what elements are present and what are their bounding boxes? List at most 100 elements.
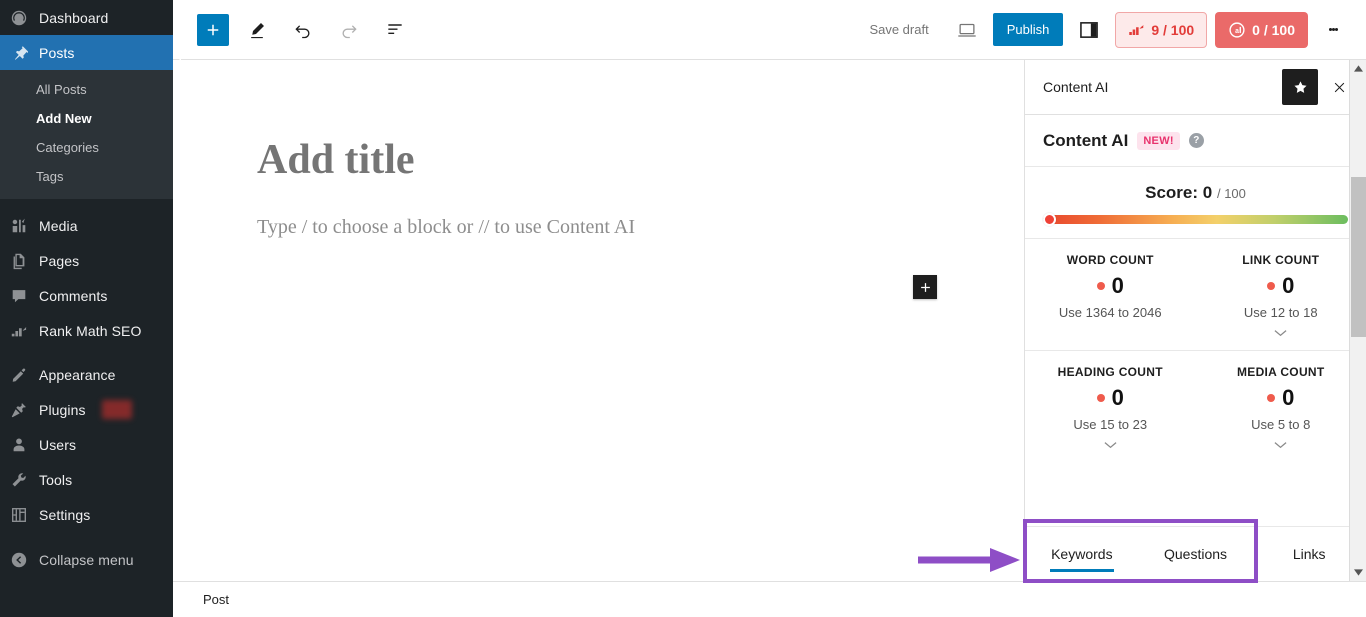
more-options-button[interactable] [1316,12,1350,48]
tools-pencil-button[interactable] [239,12,275,48]
dashboard-icon [9,8,29,28]
tab-keywords[interactable]: Keywords [1025,527,1139,581]
document-outline-button[interactable] [377,12,413,48]
sidebar-item-media[interactable]: Media [0,208,173,243]
content-ai-score-badge[interactable]: a 0 / 100 [1215,11,1308,48]
seo-score-badge[interactable]: 9 / 100 [1115,11,1208,48]
score-max: / 100 [1216,186,1246,201]
scroll-up-arrow[interactable] [1350,60,1366,77]
stat-value-wrap: 0 [1202,273,1361,299]
stat-row-top: WORD COUNT 0 Use 1364 to 2046 LINK COUNT… [1025,238,1366,350]
panel-header: Content AI [1025,60,1366,115]
score-knob [1043,213,1056,226]
preview-button[interactable] [949,12,985,48]
panel-header-title: Content AI [1043,79,1109,95]
stat-title: WORD COUNT [1066,253,1154,267]
submenu-item-add-new[interactable]: Add New [0,105,173,134]
status-dot [1096,394,1105,402]
menu-separator [0,348,173,357]
tab-questions[interactable]: Questions [1139,527,1253,581]
new-badge: NEW! [1137,131,1180,150]
plus-icon [207,24,219,35]
submenu-item-categories[interactable]: Categories [0,134,173,163]
sidebar-item-users[interactable]: Users [0,427,173,462]
stat-value-wrap: 0 [1031,273,1190,299]
editor-breadcrumb-bar: Post [173,581,1366,617]
sidebar-item-posts[interactable]: Posts [0,35,181,70]
caret-down-icon [1353,569,1363,576]
pages-icon [9,251,29,271]
panel-header-actions [1282,69,1352,105]
pin-star-button[interactable] [1282,69,1318,105]
stat-expand-chevron[interactable] [1031,438,1190,452]
status-dot [1096,282,1105,290]
panel-section-title: Content AI [1043,130,1129,150]
sidebar-item-label: Appearance [39,366,116,383]
seo-score-value: 9 / 100 [1151,21,1195,38]
collapse-menu-label: Collapse menu [39,551,134,568]
submenu-item-all-posts[interactable]: All Posts [0,76,173,105]
tools-icon [9,470,29,490]
status-dot [1267,394,1276,402]
scroll-down-arrow[interactable] [1350,564,1366,581]
panel-section-header: Content AI NEW! ? [1025,115,1366,167]
stat-expand-chevron[interactable] [1202,438,1361,452]
chevron-down-icon [1274,330,1287,337]
paragraph-block-placeholder[interactable]: Type / to choose a block or // to use Co… [257,216,635,239]
posts-submenu: All Posts Add New Categories Tags [0,70,173,200]
stat-word-count: WORD COUNT 0 Use 1364 to 2046 [1025,239,1196,350]
appearance-icon [9,365,29,385]
plugins-update-badge [101,400,132,420]
sidebar-item-label: Pages [39,252,80,269]
sidebar-item-rank-math-seo[interactable]: Rank Math SEO [0,313,173,348]
collapse-menu-button[interactable]: Collapse menu [0,542,173,577]
panel-scrollbar[interactable] [1349,60,1366,581]
plus-icon [920,282,930,292]
stat-title: HEADING COUNT [1057,365,1163,379]
scrollbar-thumb[interactable] [1351,177,1366,337]
users-icon [9,435,29,455]
submenu-item-tags[interactable]: Tags [0,163,173,192]
content-ai-icon: a [1229,21,1245,38]
stat-expand-chevron[interactable] [1202,326,1361,340]
sidebar-item-label: Comments [39,287,108,304]
dot [1334,28,1338,31]
stat-heading-count: HEADING COUNT 0 Use 15 to 23 [1025,351,1196,462]
add-block-button[interactable] [197,13,229,46]
chevron-down-icon [1104,442,1117,449]
sidebar-item-appearance[interactable]: Appearance [0,357,173,392]
save-draft-button[interactable]: Save draft [857,16,940,43]
sidebar-item-label: Rank Math SEO [39,322,142,339]
list-view-icon [388,23,402,34]
stat-title: LINK COUNT [1242,253,1320,267]
sidebar-item-tools[interactable]: Tools [0,462,173,497]
sidebar-item-settings[interactable]: Settings [0,497,173,532]
score-value: 0 [1202,183,1213,202]
undo-button[interactable] [285,12,321,48]
redo-button[interactable] [331,12,367,48]
content-ai-score-value: 0 / 100 [1252,21,1295,38]
laptop-icon [957,23,976,37]
menu-separator [0,199,173,208]
sidebar-item-plugins[interactable]: Plugins [0,392,173,427]
sidebar-panel-icon [1080,21,1099,38]
post-title-placeholder[interactable]: Add title [257,136,415,184]
pin-icon [9,43,29,63]
toolbar-right-group: Save draft Publish 9 / 100 a 0 / 100 [857,11,1350,48]
stat-hint: Use 5 to 8 [1251,417,1311,432]
sidebar-item-comments[interactable]: Comments [0,278,173,313]
rankmath-icon [9,321,29,341]
stat-value: 0 [1282,385,1295,410]
plugins-icon [9,400,29,420]
help-icon[interactable]: ? [1188,133,1204,148]
inline-block-inserter-button[interactable] [913,275,937,299]
sidebar-item-label: Posts [39,44,75,61]
redo-icon [342,24,357,38]
settings-sidebar-toggle[interactable] [1071,12,1107,48]
breadcrumb[interactable]: Post [203,592,229,607]
score-label: Score: 0 / 100 [1043,183,1348,203]
publish-button[interactable]: Publish [992,13,1064,46]
sidebar-item-pages[interactable]: Pages [0,243,173,278]
editor-top-toolbar: Save draft Publish 9 / 100 a 0 / 100 [173,0,1366,60]
sidebar-item-dashboard[interactable]: Dashboard [0,0,173,35]
